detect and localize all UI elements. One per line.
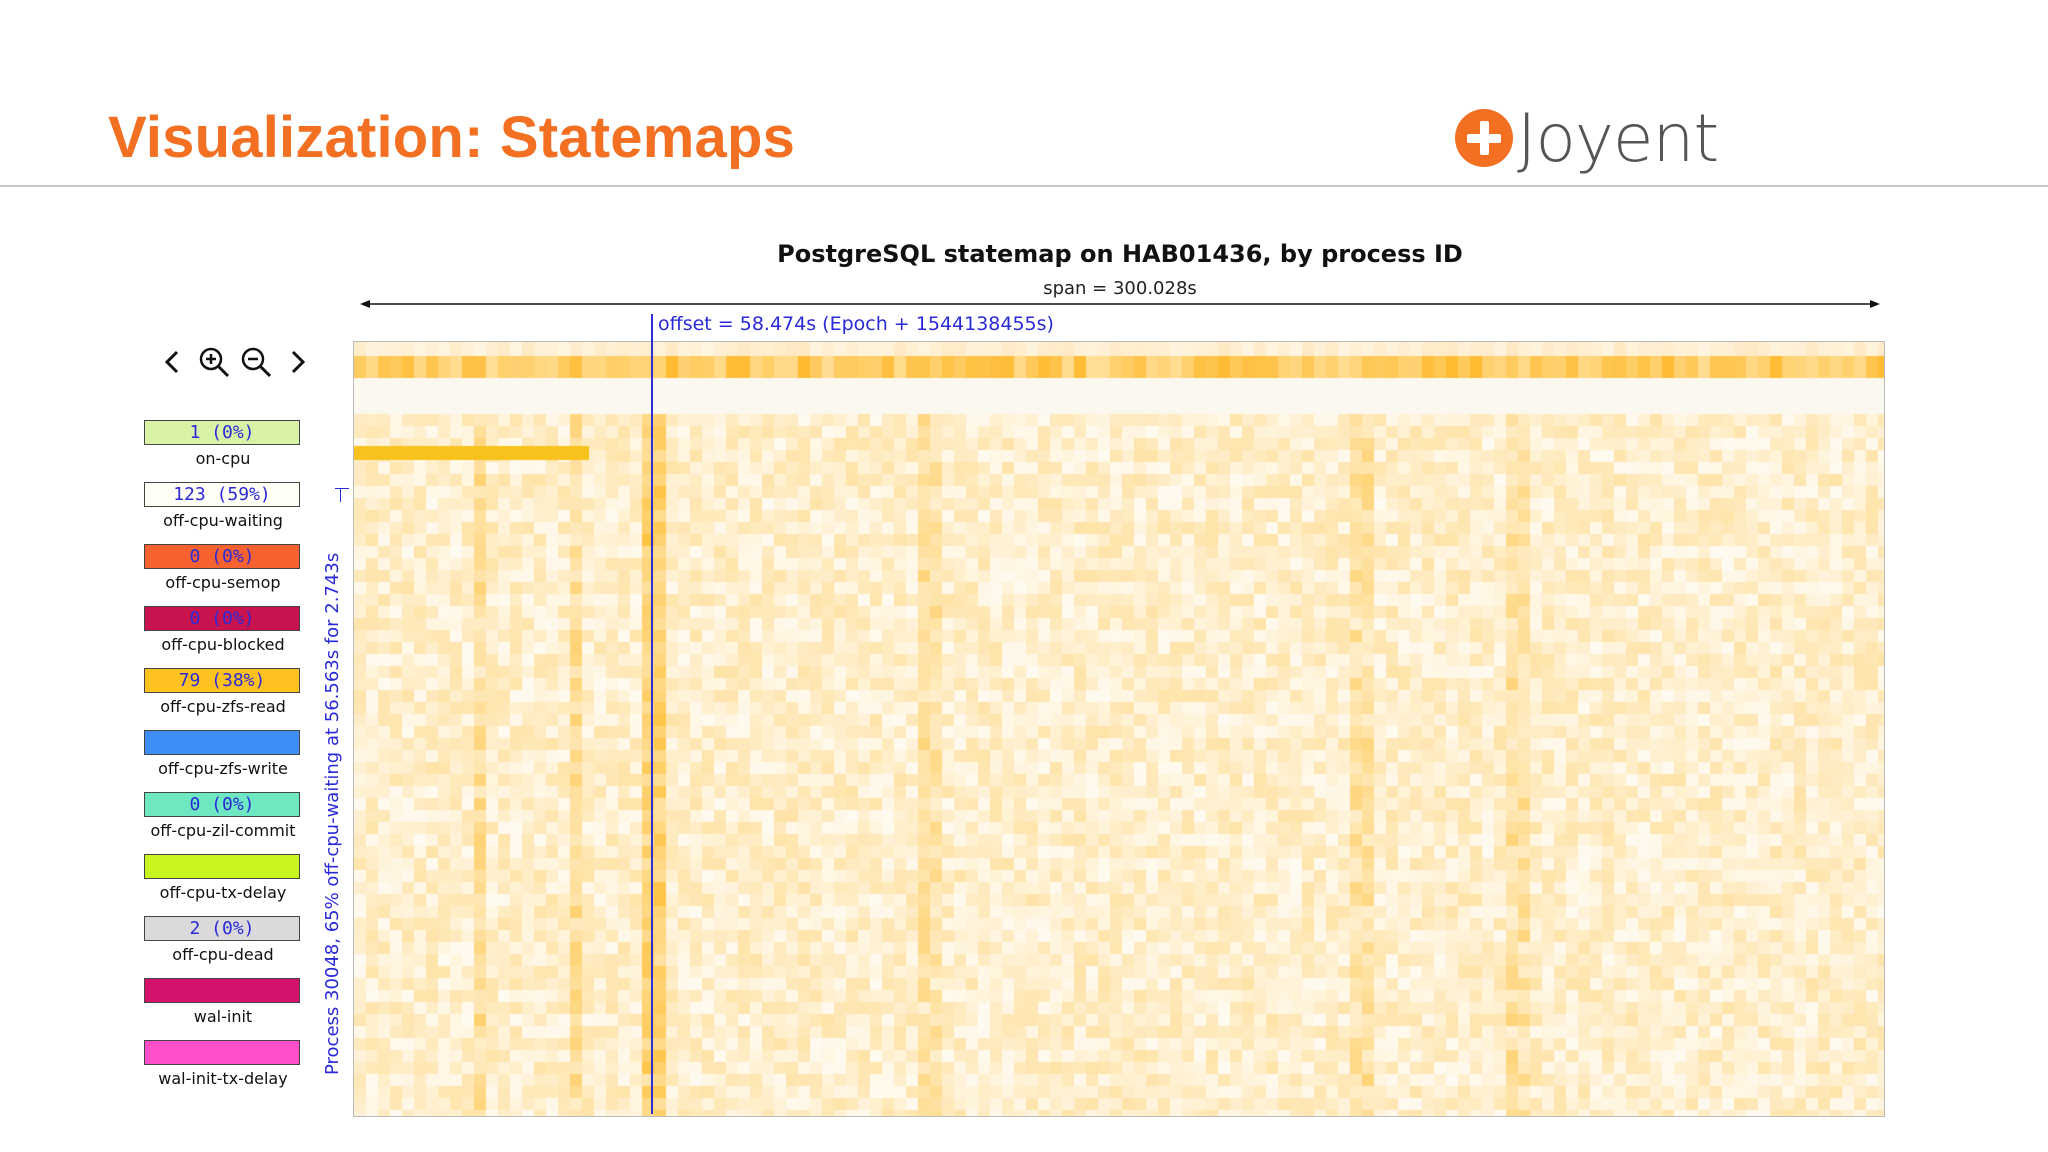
pan-right-button[interactable] — [278, 342, 318, 382]
zoom-in-icon — [199, 347, 230, 378]
statemap-plot[interactable] — [353, 341, 1885, 1117]
offset-marker-line — [651, 314, 653, 1114]
process-hover-label: Process 30048, 65% off-cpu-waiting at 56… — [322, 552, 343, 1075]
legend-item-off-cpu-blocked[interactable]: 0 (0%) off-cpu-blocked — [144, 606, 302, 668]
legend-item-off-cpu-dead[interactable]: 2 (0%) off-cpu-dead — [144, 916, 302, 978]
legend-label: off-cpu-zfs-write — [158, 759, 288, 778]
zoom-out-icon — [241, 347, 272, 378]
legend-swatch[interactable] — [144, 730, 300, 755]
title-divider — [0, 185, 2048, 187]
span-arrow — [360, 300, 1880, 308]
legend-swatch[interactable] — [144, 854, 300, 879]
legend-label: wal-init-tx-delay — [158, 1069, 288, 1088]
logo-text: Joyent — [1517, 99, 1719, 177]
legend-label: off-cpu-tx-delay — [159, 883, 287, 902]
chevron-left-icon — [164, 350, 179, 374]
legend-swatch[interactable]: 1 (0%) — [144, 420, 300, 445]
legend-swatch[interactable] — [144, 1040, 300, 1065]
legend-swatch[interactable]: 79 (38%) — [144, 668, 300, 693]
legend-item-wal-init[interactable]: wal-init — [144, 978, 302, 1040]
pan-left-button[interactable] — [152, 342, 192, 382]
legend-item-off-cpu-zfs-read[interactable]: 79 (38%) off-cpu-zfs-read — [144, 668, 302, 730]
legend-label: off-cpu-waiting — [163, 511, 283, 530]
legend-label: wal-init — [193, 1007, 253, 1026]
chevron-right-icon — [291, 350, 306, 374]
legend-item-off-cpu-semop[interactable]: 0 (0%) off-cpu-semop — [144, 544, 302, 606]
legend-swatch[interactable]: 2 (0%) — [144, 916, 300, 941]
state-legend: 1 (0%) on-cpu 123 (59%) off-cpu-waiting 0 (0… — [144, 420, 302, 1102]
legend-item-wal-init-tx-delay[interactable]: wal-init-tx-delay — [144, 1040, 302, 1102]
statemap-title: PostgreSQL statemap on HAB01436, by proc… — [777, 240, 1463, 268]
legend-label: off-cpu-zfs-read — [160, 697, 286, 716]
legend-label: off-cpu-zil-commit — [150, 821, 296, 840]
selection-bracket-tick — [340, 488, 341, 502]
legend-item-on-cpu[interactable]: 1 (0%) on-cpu — [144, 420, 302, 482]
selection-bracket — [335, 488, 349, 489]
zoom-in-button[interactable] — [194, 342, 234, 382]
legend-item-off-cpu-tx-delay[interactable]: off-cpu-tx-delay — [144, 854, 302, 916]
legend-item-off-cpu-waiting[interactable]: 123 (59%) off-cpu-waiting — [144, 482, 302, 544]
slide-title: Visualization: Statemaps — [108, 105, 796, 170]
joyent-logo: Joyent — [1455, 98, 1719, 178]
statemap-canvas[interactable] — [354, 342, 1884, 1116]
legend-item-off-cpu-zfs-write[interactable]: off-cpu-zfs-write — [144, 730, 302, 792]
legend-label: off-cpu-blocked — [161, 635, 285, 654]
legend-label: off-cpu-dead — [172, 945, 274, 964]
legend-swatch[interactable]: 0 (0%) — [144, 544, 300, 569]
legend-item-off-cpu-zil-commit[interactable]: 0 (0%) off-cpu-zil-commit — [144, 792, 302, 854]
statemap-span: span = 300.028s — [1043, 278, 1197, 299]
legend-swatch[interactable]: 0 (0%) — [144, 792, 300, 817]
joyent-plus-icon — [1455, 109, 1513, 167]
statemap-nav — [152, 342, 318, 382]
legend-swatch[interactable]: 0 (0%) — [144, 606, 300, 631]
zoom-out-button[interactable] — [236, 342, 276, 382]
legend-swatch[interactable] — [144, 978, 300, 1003]
legend-swatch[interactable]: 123 (59%) — [144, 482, 300, 507]
offset-label: offset = 58.474s (Epoch + 1544138455s) — [658, 313, 1054, 335]
legend-label: on-cpu — [195, 449, 251, 468]
legend-label: off-cpu-semop — [165, 573, 281, 592]
